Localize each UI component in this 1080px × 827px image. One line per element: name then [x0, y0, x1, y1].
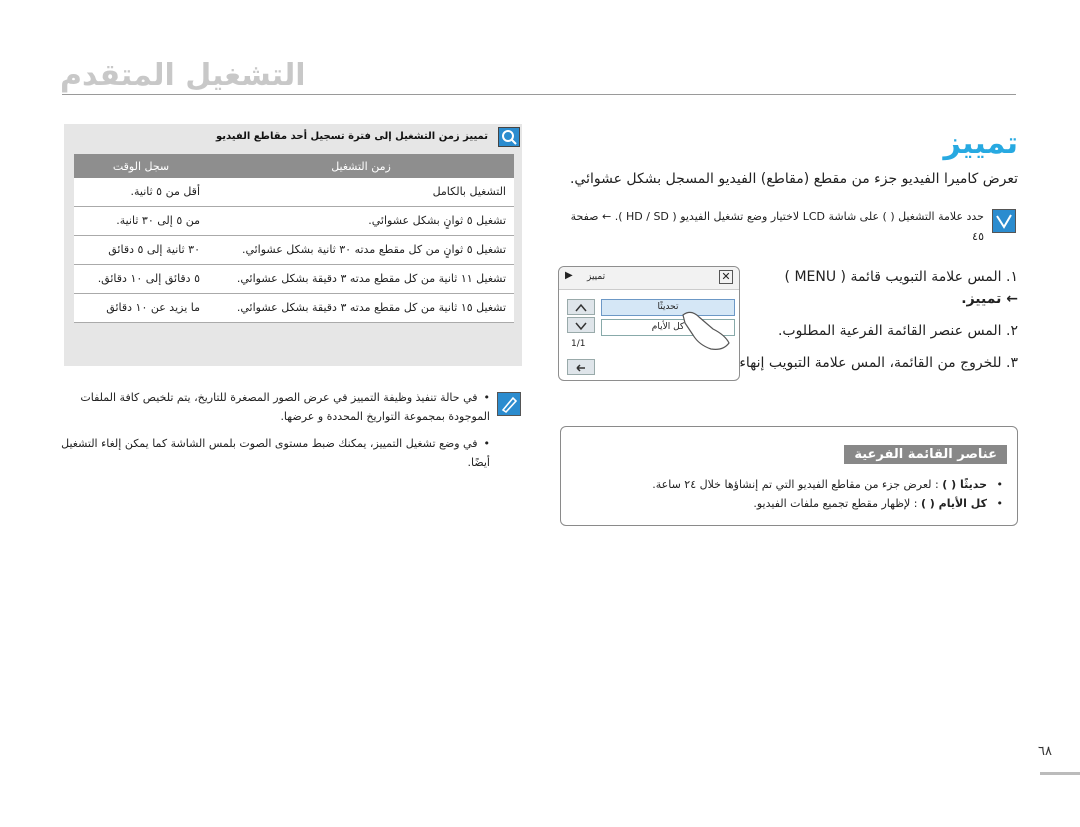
table-cell-playback: التشغيل بالكامل	[208, 178, 514, 207]
list-item: في حالة تنفيذ وظيفة التمييز في عرض الصور…	[60, 388, 490, 426]
submenu-box-title: عناصر القائمة الفرعية	[844, 445, 1007, 464]
camera-title: تمييز	[587, 272, 606, 282]
step-text: المس عنصر القائمة الفرعية المطلوب.	[777, 323, 1002, 339]
highlight-table-panel: تمييز زمن التشغيل إلى فترة تسجيل أحد مقا…	[64, 124, 522, 366]
camera-topbar: ▶ تمييز ✕	[559, 267, 739, 290]
table-title: تمييز زمن التشغيل إلى فترة تسجيل أحد مقا…	[215, 131, 488, 142]
table-header-record-time: سجل الوقت	[74, 154, 208, 178]
table-cell-record-time: ٣٠ ثانية إلى ٥ دقائق	[74, 235, 208, 265]
page-number: ٦٨	[1038, 744, 1052, 759]
note-text: حدد علامة التشغيل ( ) على شاشة LCD لاختي…	[570, 210, 984, 243]
playback-time-table: زمن التشغيل سجل الوقت التشغيل بالكامل أق…	[74, 154, 514, 323]
table-row: تشغيل ٥ ثوانٍ من كل مقطع مدته ٣٠ ثانية ب…	[74, 235, 514, 265]
step-number: ٣.	[1006, 355, 1018, 371]
submenu-item-label: كل الأيام ( )	[920, 497, 987, 510]
step-text: المس علامة التبويب قائمة ( MENU )	[784, 269, 1002, 285]
section-title: تمييز	[943, 126, 1018, 161]
step-number: ٢.	[1006, 323, 1018, 339]
table-row: تشغيل ١٥ ثانية من كل مقطع مدته ٣ دقيقة ب…	[74, 293, 514, 323]
submenu-items-box: عناصر القائمة الفرعية حديثًا ( ) : لعرض …	[560, 426, 1018, 526]
page-title: التشغيل المتقدم	[60, 58, 306, 93]
note-checkmark-icon	[992, 209, 1016, 233]
list-item: في وضع تشغيل التمييز، يمكنك ضبط مستوى ال…	[60, 434, 490, 472]
table-row: تشغيل ٥ ثوانٍ بشكل عشوائي. من ٥ إلى ٣٠ ث…	[74, 206, 514, 236]
table-cell-record-time: من ٥ إلى ٣٠ ثانية.	[74, 206, 208, 236]
table-cell-playback: تشغيل ٥ ثوانٍ من كل مقطع مدته ٣٠ ثانية ب…	[208, 235, 514, 265]
list-item: حديثًا ( ) : لعرض جزء من مقاطع الفيديو ا…	[573, 475, 1003, 494]
table-cell-record-time: أقل من ٥ ثانية.	[74, 178, 208, 207]
table-cell-playback: تشغيل ١٥ ثانية من كل مقطع مدته ٣ دقيقة ب…	[208, 293, 514, 323]
submenu-item-label: حديثًا ( )	[942, 478, 987, 491]
footer-divider	[1040, 772, 1080, 775]
table-row: تشغيل ١١ ثانية من كل مقطع مدته ٣ دقيقة ب…	[74, 264, 514, 294]
header-divider	[62, 94, 1016, 95]
table-cell-record-time: ما يزيد عن ١٠ دقائق	[74, 293, 208, 323]
play-mode-icon: ▶	[565, 270, 573, 281]
intro-text: تعرض كاميرا الفيديو جزء من مقطع (مقاطع) …	[569, 171, 1018, 187]
back-button[interactable]	[567, 359, 595, 375]
submenu-item-desc: : لعرض جزء من مقاطع الفيديو التي تم إنشا…	[652, 478, 939, 491]
close-icon[interactable]: ✕	[719, 270, 733, 284]
hand-pointer-icon	[682, 311, 730, 350]
scroll-down-button[interactable]	[567, 317, 595, 333]
table-row: التشغيل بالكامل أقل من ٥ ثانية.	[74, 178, 514, 207]
step-sub: ← تمييز.	[961, 291, 1018, 307]
scroll-up-button[interactable]	[567, 299, 595, 315]
pencil-note-icon	[497, 392, 521, 416]
table-cell-record-time: ٥ دقائق إلى ١٠ دقائق.	[74, 264, 208, 294]
table-cell-playback: تشغيل ٥ ثوانٍ بشكل عشوائي.	[208, 206, 514, 236]
step-number: ١.	[1006, 269, 1018, 285]
table-header-playback: زمن التشغيل	[208, 154, 514, 178]
table-cell-playback: تشغيل ١١ ثانية من كل مقطع مدته ٣ دقيقة ب…	[208, 264, 514, 294]
list-item: كل الأيام ( ) : لإظهار مقطع تجميع ملفات …	[573, 494, 1003, 513]
submenu-items-list: حديثًا ( ) : لعرض جزء من مقاطع الفيديو ا…	[573, 475, 1003, 513]
table-notes-list: في حالة تنفيذ وظيفة التمييز في عرض الصور…	[60, 388, 490, 480]
camera-screen-illustration: ▶ تمييز ✕ 1/1 تحديثًا كل الأيام	[558, 266, 740, 381]
page-indicator: 1/1	[571, 339, 586, 349]
submenu-item-desc: : لإظهار مقطع تجميع ملفات الفيديو.	[753, 497, 918, 510]
